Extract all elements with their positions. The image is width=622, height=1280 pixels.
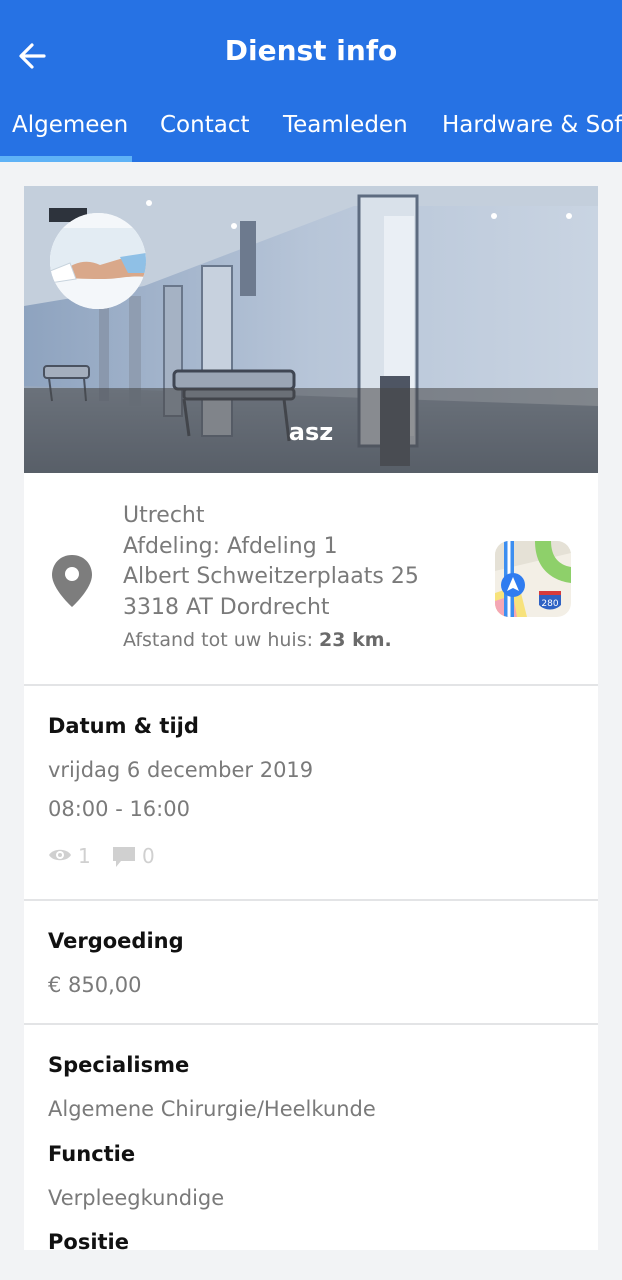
specialism-section: Specialisme Algemene Chirurgie/Heelkunde…	[24, 1025, 598, 1250]
comments-count: 0	[142, 844, 155, 868]
address-block: Utrecht Afdeling: Afdeling 1 Albert Schw…	[123, 501, 419, 623]
address-street: Albert Schweitzerplaats 25	[123, 564, 419, 589]
shift-card: asz Utrecht Afdeling: Afdeling 1 Albert …	[24, 186, 598, 1250]
comment-icon	[113, 847, 135, 867]
compensation-heading: Vergoeding	[48, 929, 184, 953]
distance-value: 23 km.	[319, 629, 392, 651]
maps-app-icon[interactable]: 280	[495, 541, 571, 617]
shift-time: 08:00 - 16:00	[48, 797, 190, 821]
specialism-heading: Specialisme	[48, 1053, 190, 1077]
function-value: Verpleegkundige	[48, 1186, 225, 1210]
location-section: Utrecht Afdeling: Afdeling 1 Albert Schw…	[24, 473, 598, 686]
shift-date: vrijdag 6 december 2019	[48, 758, 314, 782]
datetime-section: Datum & tijd vrijdag 6 december 2019 08:…	[24, 686, 598, 901]
organization-logo	[50, 213, 146, 309]
svg-text:280: 280	[541, 599, 558, 609]
address-department: Afdeling: Afdeling 1	[123, 533, 338, 559]
hospital-hallway-image: asz	[24, 186, 598, 473]
tab-bar: Algemeen Contact Teamleden Hardware & So…	[0, 106, 622, 162]
function-heading: Functie	[48, 1142, 136, 1166]
views-count: 1	[78, 844, 91, 868]
position-heading: Positie	[48, 1230, 129, 1250]
tab-contact[interactable]: Contact	[160, 112, 249, 138]
tab-teamleden[interactable]: Teamleden	[283, 112, 408, 138]
specialism-value: Algemene Chirurgie/Heelkunde	[48, 1097, 376, 1121]
page-title: Dienst info	[224, 34, 398, 67]
tab-algemeen[interactable]: Algemeen	[12, 112, 128, 138]
eye-icon	[49, 849, 71, 861]
active-tab-indicator	[0, 156, 132, 162]
organization-name: asz	[288, 418, 334, 446]
address-postal: 3318 AT Dordrecht	[123, 594, 330, 620]
distance-text: Afstand tot uw huis: 23 km.	[123, 629, 392, 651]
tab-hardware-software[interactable]: Hardware & Software	[442, 112, 622, 138]
address-city: Utrecht	[123, 503, 205, 528]
location-pin-icon	[52, 555, 92, 607]
datetime-heading: Datum & tijd	[48, 714, 199, 738]
compensation-section: Vergoeding € 850,00	[24, 901, 598, 1025]
distance-label: Afstand tot uw huis:	[123, 629, 313, 651]
compensation-amount: € 850,00	[48, 973, 142, 997]
app-bar: Dienst info Algemeen Contact Teamleden H…	[0, 0, 622, 162]
